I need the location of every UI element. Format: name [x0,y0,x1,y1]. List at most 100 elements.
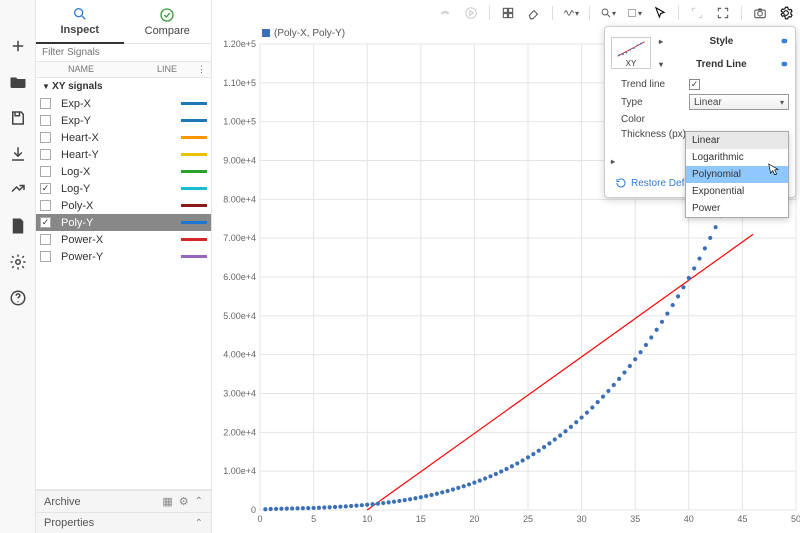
signal-row[interactable]: Exp-Y [36,112,211,129]
svg-text:0: 0 [251,505,256,515]
signal-color-swatch [181,238,207,241]
svg-text:2.00e+4: 2.00e+4 [223,427,256,437]
section-trendline[interactable]: Trend Line⚭ [659,56,789,73]
signal-name: Log-X [61,166,177,178]
prop-type-label: Type [621,97,689,108]
play-icon [463,5,479,21]
import-icon[interactable] [8,144,28,164]
signal-color-swatch [181,204,207,207]
signal-row[interactable]: Heart-Y [36,146,211,163]
signal-row[interactable]: Log-Y [36,180,211,197]
tab-compare-label: Compare [145,25,190,37]
dropdown-option[interactable]: Power [686,200,788,217]
signal-name: Power-Y [61,251,177,263]
type-select[interactable]: Linear [689,94,789,110]
dropdown-option[interactable]: Polynomial [686,166,788,183]
signal-name: Poly-X [61,200,177,212]
export-icon[interactable] [8,180,28,200]
panel-settings-icon[interactable] [778,5,794,21]
col-header-line: LINE [157,64,197,75]
svg-text:50: 50 [791,514,800,524]
dropdown-option[interactable]: Logarithmic [686,149,788,166]
prop-thickness-label: Thickness (px) [621,129,689,140]
tab-compare[interactable]: Compare [124,0,212,44]
signal-row[interactable]: Poly-Y [36,214,211,231]
svg-text:40: 40 [684,514,694,524]
svg-text:1.00e+5: 1.00e+5 [223,117,256,127]
grid-icon[interactable] [500,5,516,21]
type-dropdown: LinearLogarithmicPolynomialExponentialPo… [685,131,789,218]
signal-checkbox[interactable] [40,115,51,126]
signal-name: Heart-Y [61,149,177,161]
signal-checkbox[interactable] [40,251,51,262]
wave-icon[interactable] [563,5,579,21]
svg-text:7.00e+4: 7.00e+4 [223,233,256,243]
svg-text:20: 20 [469,514,479,524]
link-icon[interactable]: ⚭ [780,58,789,71]
signal-checkbox[interactable] [40,217,51,228]
add-icon[interactable] [8,36,28,56]
signal-color-swatch [181,221,207,224]
signal-checkbox[interactable] [40,166,51,177]
dropdown-option[interactable]: Exponential [686,183,788,200]
svg-text:35: 35 [630,514,640,524]
camera-icon[interactable] [752,5,768,21]
signal-thumbnail[interactable]: XY [611,37,651,69]
accordion-caret-icon [195,517,203,529]
signal-checkbox[interactable] [40,183,51,194]
tab-inspect[interactable]: Inspect [36,0,124,44]
signal-name: Exp-X [61,98,177,110]
help-icon[interactable] [8,288,28,308]
open-folder-icon[interactable] [8,72,28,92]
filter-input[interactable] [36,44,211,62]
signal-row[interactable]: Power-Y [36,248,211,265]
signal-row[interactable]: Log-X [36,163,211,180]
archive-gear-icon[interactable]: ⚙ [179,495,189,508]
expand-icon [689,5,705,21]
trendline-checkbox[interactable] [689,79,700,90]
signal-color-swatch [181,187,207,190]
zoom-icon[interactable] [600,5,616,21]
signal-row[interactable]: Power-X [36,231,211,248]
signal-checkbox[interactable] [40,98,51,109]
page-icon[interactable] [8,216,28,236]
fit-icon[interactable] [626,5,642,21]
accordion-properties[interactable]: Properties [36,512,211,533]
signal-row[interactable]: Exp-X [36,95,211,112]
signal-name: Poly-Y [61,217,177,229]
signal-name: Exp-Y [61,115,177,127]
fullscreen-icon[interactable] [715,5,731,21]
svg-text:3.00e+4: 3.00e+4 [223,389,256,399]
signal-group[interactable]: XY signals [36,78,211,95]
signal-color-swatch [181,255,207,258]
signal-color-swatch [181,119,207,122]
signal-checkbox[interactable] [40,132,51,143]
legend-label: (Poly-X, Poly-Y) [274,28,345,39]
signal-row[interactable]: Heart-X [36,129,211,146]
accordion-properties-label: Properties [44,517,94,529]
section-style[interactable]: Style⚭ [659,33,789,50]
style-panel: XY Style⚭ Trend Line⚭ Trend line Type Li… [604,26,796,198]
link-icon[interactable]: ⚭ [780,35,789,48]
save-icon[interactable] [8,108,28,128]
tab-inspect-label: Inspect [60,24,99,36]
cursor-icon[interactable] [652,5,668,21]
svg-text:45: 45 [737,514,747,524]
signal-row[interactable]: Poly-X [36,197,211,214]
svg-text:0: 0 [257,514,262,524]
signal-checkbox[interactable] [40,200,51,211]
eraser-icon[interactable] [526,5,542,21]
accordion-archive[interactable]: Archive ▦⚙ [36,490,211,512]
signal-checkbox[interactable] [40,234,51,245]
signal-name: Heart-X [61,132,177,144]
signal-color-swatch [181,102,207,105]
archive-pin-icon[interactable]: ▦ [162,495,172,508]
settings-icon[interactable] [8,252,28,272]
svg-text:5.00e+4: 5.00e+4 [223,311,256,321]
fingerprint-icon [437,5,453,21]
svg-text:1.00e+4: 1.00e+4 [223,466,256,476]
svg-text:30: 30 [577,514,587,524]
dropdown-option[interactable]: Linear [686,132,788,149]
signal-checkbox[interactable] [40,149,51,160]
svg-text:10: 10 [362,514,372,524]
